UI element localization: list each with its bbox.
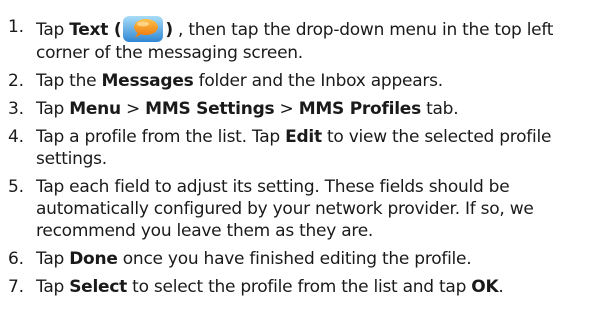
step-5: 5. Tap each field to adjust its setting.… bbox=[0, 176, 616, 242]
step-bold-text: Text ( bbox=[69, 20, 122, 40]
step-number: 5. bbox=[8, 177, 24, 197]
step-text: Tap bbox=[36, 20, 70, 40]
step-bold-text: Done bbox=[69, 249, 118, 269]
step-bold-text: ) bbox=[165, 20, 173, 40]
step-text: once you have finished editing the profi… bbox=[117, 249, 472, 269]
step-number: 3. bbox=[8, 99, 24, 119]
step-text: . bbox=[498, 277, 504, 297]
step-4: 4. Tap a profile from the list. Tap Edit… bbox=[0, 126, 616, 170]
step-bold-text: Edit bbox=[285, 127, 322, 147]
step-text: > bbox=[274, 99, 299, 119]
step-number: 4. bbox=[8, 127, 24, 147]
step-bold-text: Menu bbox=[69, 99, 121, 119]
step-number: 6. bbox=[8, 249, 24, 269]
step-bold-text: Select bbox=[69, 277, 128, 297]
step-6: 6. Tap Done once you have finished editi… bbox=[0, 248, 616, 270]
step-text: Tap the bbox=[36, 71, 102, 91]
step-bold-text: Messages bbox=[101, 71, 194, 91]
step-text: Tap bbox=[36, 277, 70, 297]
step-text: folder and the Inbox appears. bbox=[193, 71, 444, 91]
step-2: 2. Tap the Messages folder and the Inbox… bbox=[0, 70, 616, 92]
step-number: 2. bbox=[8, 71, 24, 91]
step-bold-text: MMS Settings bbox=[145, 99, 275, 119]
step-bold-text: MMS Profiles bbox=[298, 99, 421, 119]
step-number: 1. bbox=[8, 17, 24, 37]
step-bold-text: OK bbox=[471, 277, 499, 297]
step-7: 7. Tap Select to select the profile from… bbox=[0, 276, 616, 298]
step-text: to select the profile from the list and … bbox=[127, 277, 472, 297]
messaging-app-icon bbox=[122, 16, 164, 42]
step-text: > bbox=[120, 99, 146, 119]
step-text: tab. bbox=[420, 99, 459, 119]
step-3: 3. Tap Menu > MMS Settings > MMS Profile… bbox=[0, 98, 616, 120]
step-text: Tap bbox=[36, 249, 70, 269]
instruction-steps: 1. Tap Text ( ) , then tap the drop-down bbox=[0, 0, 616, 298]
step-number: 7. bbox=[8, 277, 24, 297]
step-text: Tap a profile from the list. Tap bbox=[36, 127, 286, 147]
step-1: 1. Tap Text ( ) , then tap the drop-down bbox=[0, 16, 616, 64]
step-text: Tap each field to adjust its setting. Th… bbox=[36, 177, 534, 241]
step-text: Tap bbox=[36, 99, 70, 119]
